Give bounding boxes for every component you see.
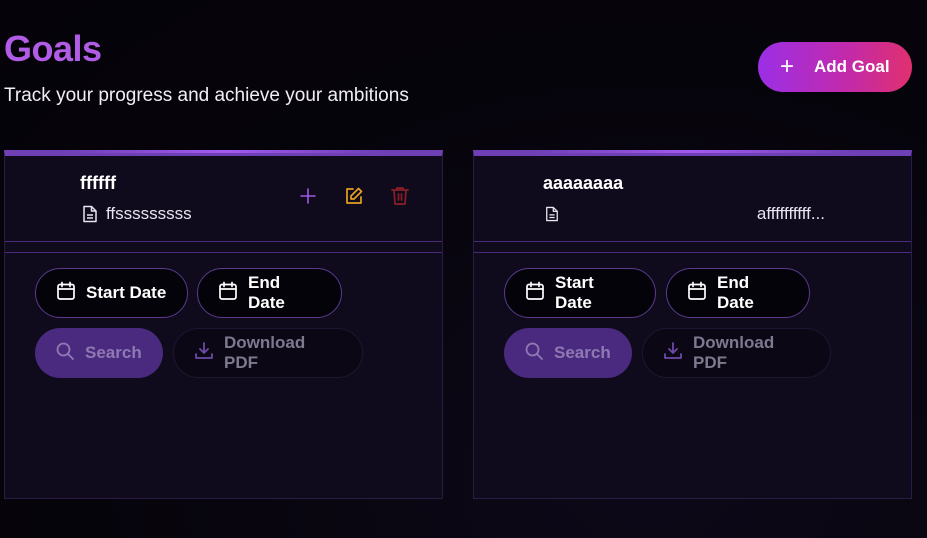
start-date-label: Start Date	[555, 273, 594, 312]
search-icon	[55, 341, 75, 366]
start-date-button[interactable]: Start Date	[504, 268, 656, 318]
page-title: Goals	[4, 28, 102, 69]
end-date-button[interactable]: End Date	[666, 268, 810, 318]
add-goal-label: Add Goal	[814, 57, 890, 76]
goal-card: ffffff ffsssssssss Start Date End Date S…	[4, 150, 443, 499]
goal-title: aaaaaaaa	[543, 173, 624, 193]
download-pdf-label: Download PDF	[224, 333, 306, 372]
edit-button[interactable]	[342, 186, 366, 210]
end-date-label: End Date	[717, 273, 754, 312]
goal-description: affffffffff...	[756, 204, 825, 223]
start-date-label: Start Date	[86, 283, 167, 302]
download-pdf-button[interactable]: Download PDF	[173, 328, 363, 378]
card-divider	[474, 241, 911, 253]
card-divider	[5, 241, 442, 253]
download-pdf-button[interactable]: Download PDF	[642, 328, 831, 378]
trash-icon	[391, 186, 409, 211]
card-actions	[296, 186, 412, 210]
document-icon	[545, 206, 559, 222]
edit-icon	[344, 186, 364, 211]
calendar-icon	[218, 281, 238, 306]
download-pdf-label: Download PDF	[693, 333, 775, 372]
download-icon	[663, 341, 683, 366]
search-button[interactable]: Search	[504, 328, 632, 378]
download-icon	[194, 341, 214, 366]
add-goal-button[interactable]: + Add Goal	[758, 42, 912, 92]
start-date-button[interactable]: Start Date	[35, 268, 188, 318]
plus-icon: +	[780, 53, 795, 80]
plus-icon	[300, 187, 316, 209]
goal-description-row: ffsssssssss	[82, 204, 192, 224]
goal-description: ffsssssssss	[106, 204, 192, 223]
add-progress-button[interactable]	[296, 186, 320, 210]
end-date-label: End Date	[248, 273, 285, 312]
page-subtitle: Track your progress and achieve your amb…	[4, 85, 409, 106]
delete-button[interactable]	[388, 186, 412, 210]
search-label: Search	[85, 343, 142, 362]
card-accent-bar	[534, 150, 851, 153]
card-accent-bar	[65, 150, 382, 153]
search-label: Search	[554, 343, 611, 362]
calendar-icon	[56, 281, 76, 306]
search-icon	[524, 341, 544, 366]
calendar-icon	[525, 281, 545, 306]
goal-card: aaaaaaaa affffffffff... Start Date End D…	[473, 150, 912, 499]
calendar-icon	[687, 281, 707, 306]
end-date-button[interactable]: End Date	[197, 268, 342, 318]
document-icon	[82, 205, 98, 223]
goal-description-row: affffffffff...	[545, 204, 825, 224]
search-button[interactable]: Search	[35, 328, 163, 378]
goal-title: ffffff	[80, 173, 116, 193]
